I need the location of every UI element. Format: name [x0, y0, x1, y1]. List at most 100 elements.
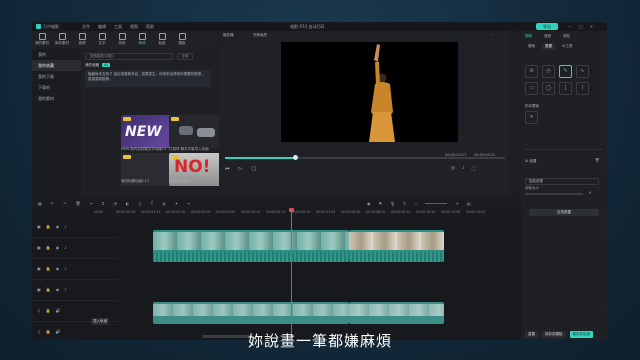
zoom-in-icon[interactable]: +	[455, 201, 458, 206]
subtab-mask[interactable]: 遮罩	[542, 43, 555, 50]
stop-icon[interactable]: □	[251, 166, 256, 172]
audio-icon[interactable]: ♪	[64, 245, 67, 250]
zoom-out-icon[interactable]: −	[414, 201, 417, 206]
apply-mask-button[interactable]: 应用遮罩	[529, 209, 599, 216]
layout-icon[interactable]: ▤	[467, 201, 471, 206]
speed-icon[interactable]: ◔	[113, 201, 117, 206]
sidebar-item-my-media[interactable]: 我的素材	[32, 93, 81, 104]
filter-button[interactable]: 全部	[177, 52, 193, 60]
tool-stickers[interactable]: 贴纸	[152, 31, 172, 49]
audio-icon[interactable]: ♪	[64, 224, 67, 229]
minimize-icon[interactable]: —	[568, 24, 572, 29]
menu-item-file[interactable]: 文件	[82, 24, 90, 30]
mask-ellipse-icon[interactable]: ◯	[542, 82, 555, 95]
mask-curve-icon[interactable]: ∿	[576, 65, 589, 78]
mask-icon[interactable]: ◍	[162, 201, 166, 206]
playhead[interactable]	[289, 208, 294, 340]
audio-icon[interactable]: ♪	[64, 287, 67, 292]
mute-icon[interactable]: 🔊	[56, 308, 61, 313]
tool-audio[interactable]: 音频	[72, 31, 92, 49]
fullscreen-icon[interactable]: ⛶	[472, 166, 475, 172]
export-button[interactable]: 导出	[536, 23, 558, 30]
eye-icon[interactable]: ◉	[56, 266, 60, 271]
marker-icon[interactable]: ⚑	[379, 201, 383, 206]
menu-item-help[interactable]: 帮助	[146, 24, 154, 30]
mask-pen-icon[interactable]: ✎	[559, 65, 572, 78]
search-input[interactable]: 搜索模板与图片	[85, 52, 173, 60]
track-header: ▣ 🔒 ◉ ♪	[32, 217, 119, 238]
mask-shape-icon[interactable]: ⊘	[525, 65, 538, 78]
audio-icon[interactable]: ♪	[64, 266, 67, 271]
menu-item-edit[interactable]: 编辑	[98, 24, 106, 30]
tool-stock-media[interactable]: 库存素材	[52, 31, 72, 49]
tab-color[interactable]: 调色	[563, 34, 570, 39]
eye-icon[interactable]: ◉	[56, 287, 60, 292]
grid-icon[interactable]: ▦	[38, 201, 42, 206]
subtab-ai-tools[interactable]: AI工具	[559, 43, 575, 50]
timeline-ruler[interactable]: 00:00 00:00:00:20 00:00:01:15 00:00:02:1…	[32, 208, 521, 217]
mic-icon[interactable]: 🎙	[390, 201, 395, 206]
sidebar-item-downloads[interactable]: 我的下载	[32, 71, 81, 82]
more-options-icon[interactable]: ⋯	[491, 33, 495, 37]
feather-value[interactable]: 0	[589, 191, 591, 195]
video-preview[interactable]	[281, 42, 458, 142]
mask-circle-icon[interactable]: ◷	[542, 65, 555, 78]
redo-icon[interactable]: ↷	[63, 201, 66, 206]
scrubber-handle[interactable]	[293, 155, 298, 160]
lock-icon[interactable]: 🔒	[46, 245, 51, 250]
delete-icon[interactable]: 🗑	[76, 201, 81, 206]
text-icon[interactable]: T	[151, 201, 153, 206]
video-clip[interactable]	[349, 230, 444, 262]
eye-icon[interactable]: ◉	[56, 224, 60, 229]
mask-line-icon[interactable]: │	[559, 82, 572, 95]
sidebar-item-downloaded[interactable]: 下载的	[32, 82, 81, 93]
playhead-handle[interactable]	[289, 208, 294, 212]
split-icon[interactable]: ✂	[90, 201, 93, 206]
zoom-slider[interactable]	[425, 203, 448, 204]
lock-icon[interactable]: 🔒	[46, 287, 51, 292]
close-icon[interactable]: ✕	[590, 24, 593, 29]
render-icon[interactable]: ◉	[367, 201, 371, 206]
tool-text[interactable]: 文字	[92, 31, 112, 49]
lock-icon[interactable]: 🔒	[46, 224, 51, 229]
lock-icon[interactable]: 🔒	[46, 308, 51, 313]
smart-mask-select[interactable]: 智能遮罩	[525, 178, 599, 185]
ai-icon[interactable]: ✦	[175, 201, 178, 206]
undo-icon[interactable]: ↶	[51, 201, 54, 206]
video-clip[interactable]	[349, 302, 444, 324]
mask-draw-icon[interactable]: ⟡	[525, 111, 538, 124]
feather-slider[interactable]	[525, 193, 583, 195]
mask-rect-icon[interactable]: ▭	[525, 82, 538, 95]
subtab-basic[interactable]: 基础	[525, 43, 538, 50]
eye-icon[interactable]: ◉	[56, 245, 60, 250]
snap-icon[interactable]: ⚲	[403, 201, 406, 206]
delete-icon[interactable]: 🗑	[595, 158, 599, 162]
tab-audio[interactable]: 音频	[544, 34, 551, 39]
tool-my-media[interactable]: 我的素材	[32, 31, 52, 49]
tool-effects[interactable]: 特效	[112, 31, 132, 49]
crop-icon[interactable]: ⌗	[102, 201, 104, 206]
sidebar-item-mine[interactable]: 我的	[32, 49, 81, 60]
tool-templates[interactable]: 模板	[172, 31, 192, 49]
audio-icon[interactable]: ♫	[138, 201, 142, 206]
sidebar-item-favorites[interactable]: 我的收藏	[32, 60, 81, 71]
tab-video[interactable]: 视频	[525, 34, 532, 39]
video-clip[interactable]	[153, 230, 349, 262]
step-back-icon[interactable]: ⏮	[225, 166, 230, 172]
lock-icon[interactable]: 🔒	[46, 266, 51, 271]
volume-icon[interactable]: ♪	[462, 166, 465, 172]
tool-transitions[interactable]: 转场	[132, 31, 152, 49]
menu-item-view[interactable]: 视图	[130, 24, 138, 30]
color-icon[interactable]: ◐	[126, 201, 130, 206]
mask-custom-icon[interactable]: ⌇	[576, 82, 589, 95]
video-clip[interactable]	[153, 302, 349, 324]
maximize-icon[interactable]: □	[579, 24, 583, 29]
window-controls: — □ ✕	[568, 24, 593, 29]
play-icon[interactable]: ▷	[239, 166, 243, 172]
menu-item-tools[interactable]: 工具	[114, 24, 122, 30]
motion-icon[interactable]: ⤳	[187, 201, 190, 206]
quality-dropdown[interactable]: 完美画质	[253, 33, 267, 38]
playback-scrubber[interactable]	[225, 155, 505, 160]
snapshot-icon[interactable]: ◎	[451, 166, 455, 172]
view-tools: ◉ ⚑ 🎙 ⚲ − + ▤	[367, 201, 471, 206]
